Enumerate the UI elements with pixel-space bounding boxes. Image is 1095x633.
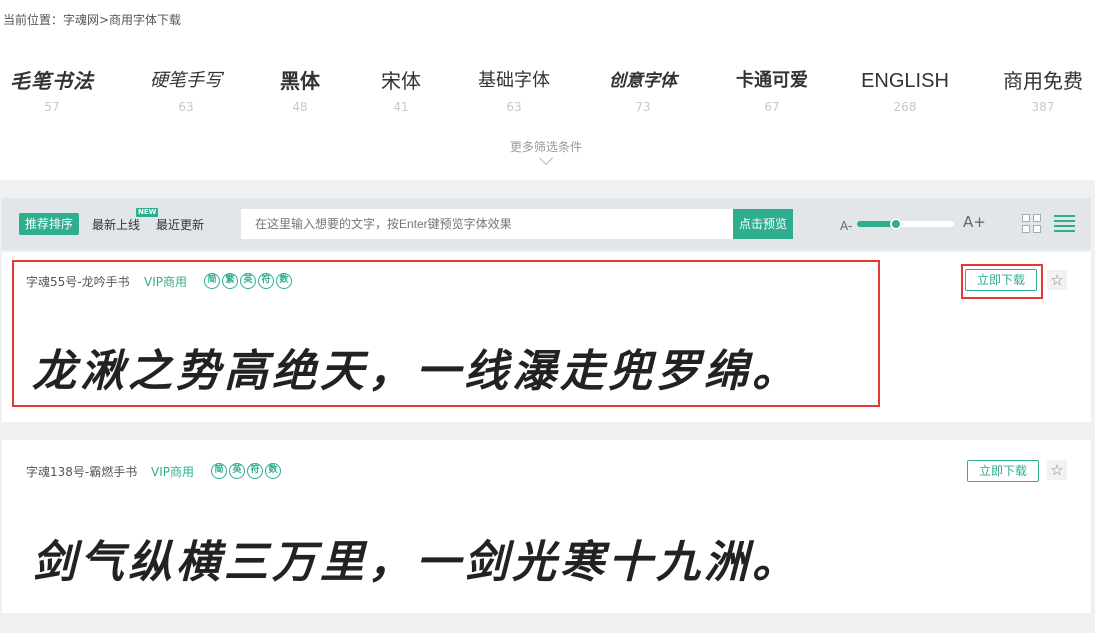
category-label: 基础字体 <box>478 70 550 91</box>
category-count: 63 <box>506 100 522 114</box>
category-label: 黑体 <box>280 69 320 93</box>
highlight-box-font-card <box>12 260 880 407</box>
preview-toolbar: 推荐排序 最新上线 NEW 最近更新 点击预览 A- A+ <box>2 198 1091 250</box>
category-creative[interactable]: 创意字体 73 <box>609 64 677 114</box>
font-sample-preview: 剑气纵横三万里，一剑光寒十九洲。 <box>32 537 800 588</box>
category-label: 创意字体 <box>609 71 677 91</box>
category-count: 387 <box>1031 100 1055 114</box>
category-handwriting[interactable]: 硬笔手写 63 <box>150 64 222 114</box>
category-label: 卡通可爱 <box>736 70 808 91</box>
highlight-box-download <box>961 264 1043 299</box>
license-label: VIP商用 <box>151 465 194 479</box>
breadcrumb: 当前位置：字魂网>商用字体下载 <box>0 0 1095 42</box>
glyph-badge: 数 <box>265 463 281 479</box>
font-size-slider[interactable] <box>857 218 954 230</box>
glyph-badge: 符 <box>247 463 263 479</box>
preview-button[interactable]: 点击预览 <box>733 209 793 239</box>
sort-newest-button[interactable]: 最新上线 <box>92 216 140 233</box>
category-count: 63 <box>178 100 194 114</box>
category-count: 48 <box>292 100 308 114</box>
category-heiti[interactable]: 黑体 48 <box>280 64 320 114</box>
category-label: 商用免费 <box>1003 69 1083 93</box>
category-brush-calligraphy[interactable]: 毛笔书法 57 <box>10 64 94 114</box>
glyph-badge: 英 <box>229 463 245 479</box>
category-label: ENGLISH <box>861 70 949 92</box>
grid-view-icon[interactable] <box>1022 214 1042 234</box>
category-label: 宋体 <box>381 69 421 93</box>
category-count: 57 <box>44 100 60 114</box>
category-basic[interactable]: 基础字体 63 <box>478 64 550 114</box>
category-count: 268 <box>893 100 917 114</box>
category-label: 硬笔手写 <box>150 70 222 91</box>
glyph-badge: 简 <box>211 463 227 479</box>
star-icon[interactable]: ☆ <box>1047 270 1067 290</box>
preview-text-input[interactable] <box>241 209 733 239</box>
font-size-increase-label[interactable]: A+ <box>963 213 986 231</box>
category-filter-panel: 毛笔书法 57 硬笔手写 63 黑体 48 宋体 41 基础字体 63 创意字体… <box>0 42 1095 180</box>
category-count: 67 <box>764 100 780 114</box>
category-english[interactable]: ENGLISH 268 <box>861 64 949 114</box>
star-icon[interactable]: ☆ <box>1047 460 1067 480</box>
category-commercial-free[interactable]: 商用免费 387 <box>1003 64 1083 114</box>
glyph-support-badges: 简 英 符 数 <box>211 463 281 479</box>
list-view-icon[interactable] <box>1054 215 1075 233</box>
font-size-slider-handle[interactable] <box>889 218 902 230</box>
font-size-decrease-label[interactable]: A- <box>840 219 852 233</box>
category-songti[interactable]: 宋体 41 <box>381 64 421 114</box>
font-name[interactable]: 字魂138号-霸燃手书 <box>26 463 137 480</box>
category-count: 73 <box>635 100 651 114</box>
category-label: 毛笔书法 <box>10 69 94 93</box>
more-filters-toggle[interactable]: 更多筛选条件 <box>510 138 582 166</box>
sort-recommended-button[interactable]: 推荐排序 <box>19 213 80 235</box>
download-button[interactable]: 立即下载 <box>967 460 1039 482</box>
font-card: 字魂138号-霸燃手书 VIP商用 简 英 符 数 立即下载 ☆ 剑气纵横三万里… <box>2 440 1091 613</box>
category-count: 41 <box>393 100 409 114</box>
category-cartoon[interactable]: 卡通可爱 67 <box>736 64 808 114</box>
sort-updated-button[interactable]: 最近更新 <box>156 216 204 233</box>
